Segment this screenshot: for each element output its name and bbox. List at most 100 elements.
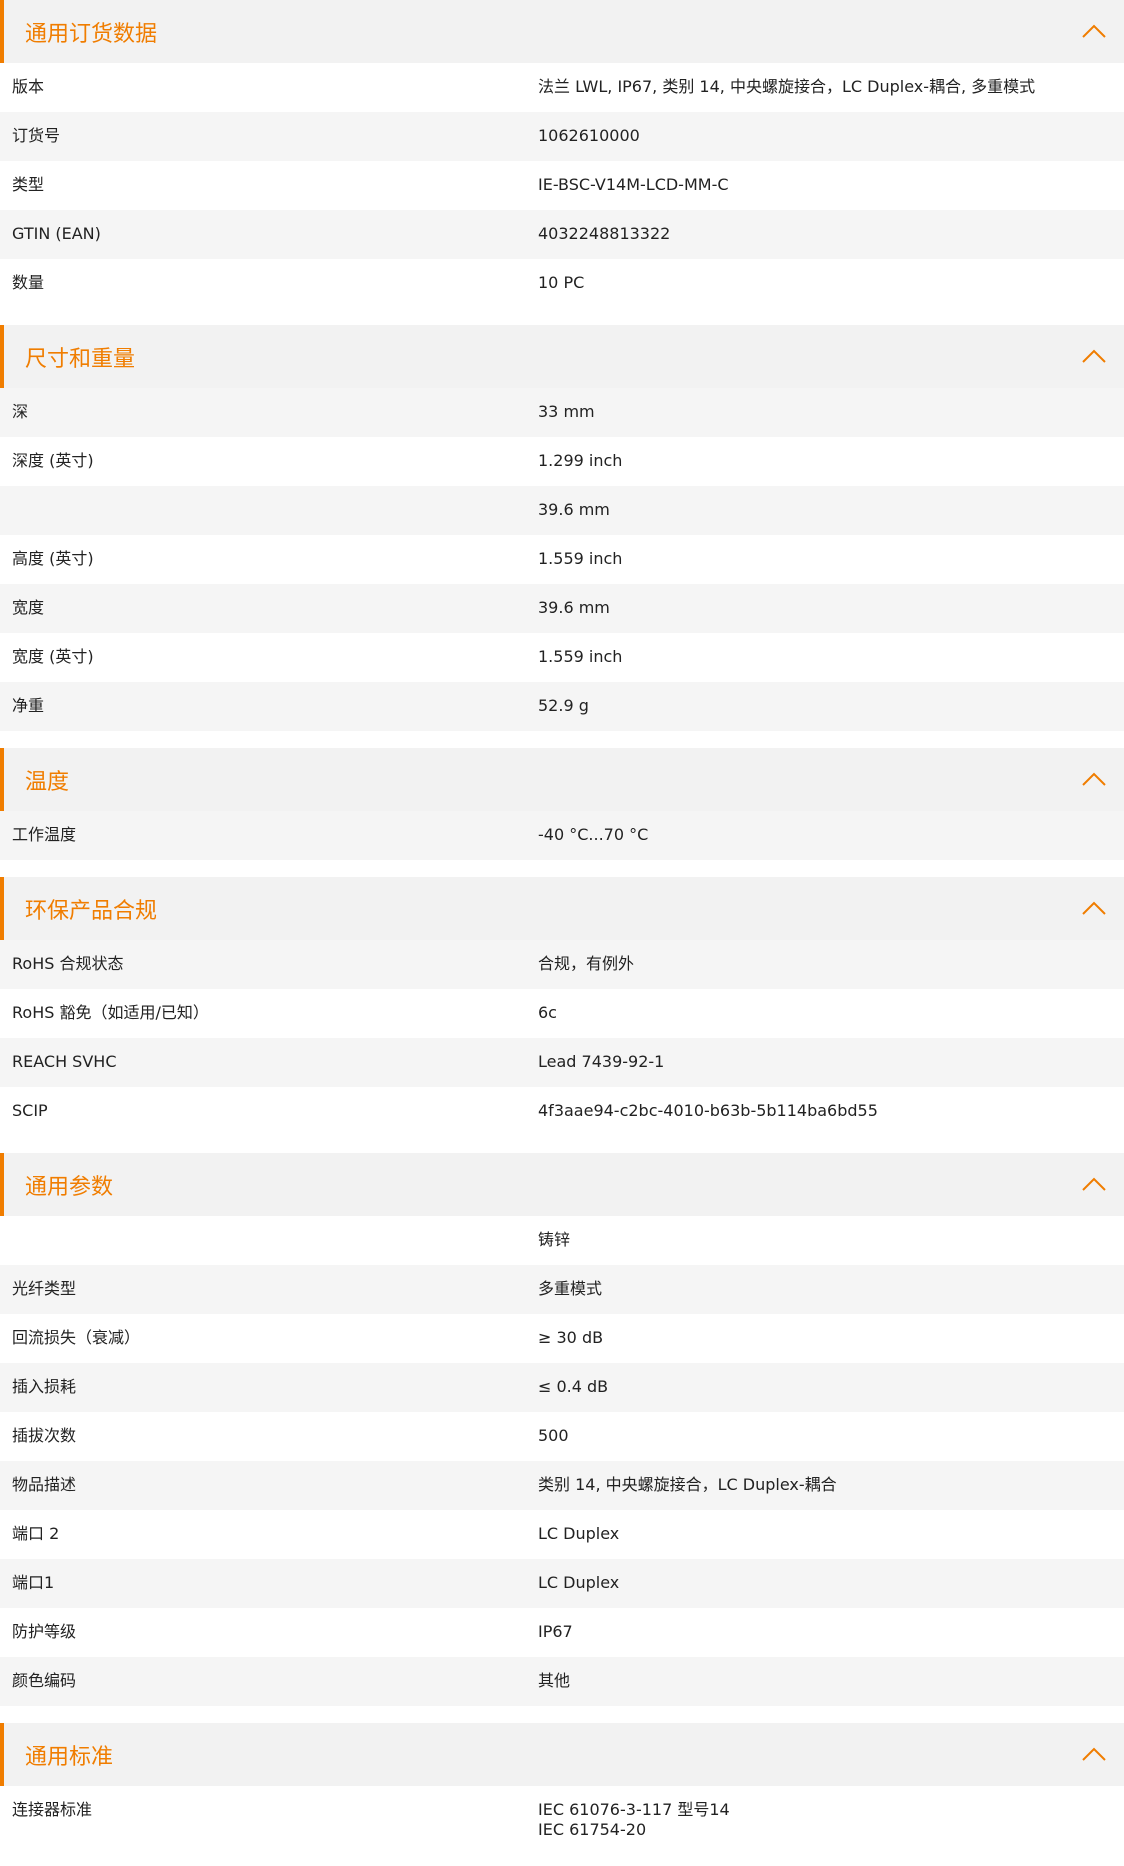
chevron-up-icon[interactable] <box>1080 896 1108 920</box>
row-value: 1.559 inch <box>538 647 623 666</box>
row-label: 类型 <box>12 175 45 194</box>
row-value: LC Duplex <box>538 1573 620 1592</box>
row-value: 铸锌 <box>538 1230 571 1249</box>
row-value: 1062610000 <box>538 126 640 145</box>
chevron-up-icon[interactable] <box>1080 1742 1108 1766</box>
row-value: 法兰 LWL, IP67, 类别 14, 中央螺旋接合，LC Duplex-耦合… <box>538 77 1036 96</box>
table-row: 插入损耗 ≤ 0.4 dB <box>0 1363 1124 1412</box>
section-dimensions-weight: 尺寸和重量 深 33 mm 深度 (英寸) 1.299 inch 39.6 mm 高… <box>0 325 1124 731</box>
table-row: 类型 IE-BSC-V14M-LCD-MM-C <box>0 161 1124 210</box>
table-row: 物品描述 类别 14, 中央螺旋接合，LC Duplex-耦合 <box>0 1461 1124 1510</box>
row-label: 工作温度 <box>12 825 77 844</box>
row-value: 500 <box>538 1426 569 1445</box>
table-row: 插拔次数 500 <box>0 1412 1124 1461</box>
section-title: 温度 <box>25 769 70 795</box>
chevron-up-icon[interactable] <box>1080 344 1108 368</box>
row-value: IE-BSC-V14M-LCD-MM-C <box>538 175 729 194</box>
table-row: 高度 (英寸) 1.559 inch <box>0 535 1124 584</box>
row-value: -40 °C...70 °C <box>538 825 649 844</box>
row-label: 宽度 (英寸) <box>12 647 94 666</box>
table-row: SCIP 4f3aae94-c2bc-4010-b63b-5b114ba6bd55 <box>0 1087 1124 1136</box>
row-label: 宽度 <box>12 598 45 617</box>
row-label: 插入损耗 <box>12 1377 77 1396</box>
row-value: 52.9 g <box>538 696 589 715</box>
table-row: 连接器标准 IEC 61076-3-117 型号14 IEC 61754-20 <box>0 1786 1124 1852</box>
chevron-up-icon[interactable] <box>1080 19 1108 43</box>
row-label: SCIP <box>12 1101 48 1120</box>
table-row: 颜色编码 其他 <box>0 1657 1124 1706</box>
row-label: 净重 <box>12 696 45 715</box>
table-row: 深度 (英寸) 1.299 inch <box>0 437 1124 486</box>
row-label: RoHS 合规状态 <box>12 954 124 973</box>
section-header[interactable]: 温度 <box>0 748 1124 811</box>
table-row: RoHS 豁免（如适用/已知） 6c <box>0 989 1124 1038</box>
row-label: 订货号 <box>12 126 61 145</box>
table-row: REACH SVHC Lead 7439-92-1 <box>0 1038 1124 1087</box>
table-row: 净重 52.9 g <box>0 682 1124 731</box>
section-environmental-compliance: 环保产品合规 RoHS 合规状态 合规，有例外 RoHS 豁免（如适用/已知） 6c… <box>0 877 1124 1136</box>
row-value: 4032248813322 <box>538 224 671 243</box>
section-header[interactable]: 环保产品合规 <box>0 877 1124 940</box>
section-temperature: 温度 工作温度 -40 °C...70 °C <box>0 748 1124 860</box>
row-label: 回流损失（衰减） <box>12 1328 141 1347</box>
row-label: 物品描述 <box>12 1475 77 1494</box>
row-value: 6c <box>538 1003 557 1022</box>
row-value: 1.559 inch <box>538 549 623 568</box>
row-label: 高度 (英寸) <box>12 549 94 568</box>
table-row: 工作温度 -40 °C...70 °C <box>0 811 1124 860</box>
table-row: 宽度 (英寸) 1.559 inch <box>0 633 1124 682</box>
row-value: 合规，有例外 <box>538 954 635 973</box>
table-row: 光纤类型 多重模式 <box>0 1265 1124 1314</box>
table-row: 数量 10 PC <box>0 259 1124 308</box>
table-row: 防护等级 IP67 <box>0 1608 1124 1657</box>
row-label: 防护等级 <box>12 1622 77 1641</box>
section-title: 通用订货数据 <box>25 21 158 47</box>
row-label: 端口 2 <box>12 1524 60 1543</box>
table-row: 宽度 39.6 mm <box>0 584 1124 633</box>
row-label: 端口1 <box>12 1573 55 1592</box>
row-label: 版本 <box>12 77 45 96</box>
chevron-up-icon[interactable] <box>1080 767 1108 791</box>
section-title: 环保产品合规 <box>25 898 158 924</box>
row-value: 1.299 inch <box>538 451 623 470</box>
section-general-ordering: 通用订货数据 版本 法兰 LWL, IP67, 类别 14, 中央螺旋接合，LC … <box>0 0 1124 308</box>
row-label: 深 <box>12 402 29 421</box>
row-value: Lead 7439-92-1 <box>538 1052 665 1071</box>
table-row: 订货号 1062610000 <box>0 112 1124 161</box>
row-value: IP67 <box>538 1622 573 1641</box>
row-value: 4f3aae94-c2bc-4010-b63b-5b114ba6bd55 <box>538 1101 878 1120</box>
row-label: 数量 <box>12 273 45 292</box>
section-header[interactable]: 通用参数 <box>0 1153 1124 1216</box>
row-label: GTIN (EAN) <box>12 224 101 243</box>
row-value: 33 mm <box>538 402 595 421</box>
row-value: ≤ 0.4 dB <box>538 1377 609 1396</box>
section-title: 尺寸和重量 <box>25 346 136 372</box>
row-label: RoHS 豁免（如适用/已知） <box>12 1003 209 1022</box>
table-row: 39.6 mm <box>0 486 1124 535</box>
row-value: 多重模式 <box>538 1279 603 1298</box>
section-title: 通用参数 <box>25 1174 114 1200</box>
spec-page: 通用订货数据 版本 法兰 LWL, IP67, 类别 14, 中央螺旋接合，LC … <box>0 0 1124 1852</box>
section-title: 通用标准 <box>25 1744 114 1770</box>
table-row: 端口1 LC Duplex <box>0 1559 1124 1608</box>
section-general-parameters: 通用参数 铸锌 光纤类型 多重模式 回流损失（衰减） ≥ 30 dB 插入损耗 ≤ 0… <box>0 1153 1124 1706</box>
section-header[interactable]: 通用标准 <box>0 1723 1124 1786</box>
section-header[interactable]: 尺寸和重量 <box>0 325 1124 388</box>
row-label: 连接器标准 <box>12 1800 93 1819</box>
table-row: 深 33 mm <box>0 388 1124 437</box>
table-row: 回流损失（衰减） ≥ 30 dB <box>0 1314 1124 1363</box>
row-value: IEC 61076-3-117 型号14 IEC 61754-20 <box>538 1800 730 1839</box>
row-label: 深度 (英寸) <box>12 451 94 470</box>
table-row: 端口 2 LC Duplex <box>0 1510 1124 1559</box>
row-label: 颜色编码 <box>12 1671 77 1690</box>
row-label: REACH SVHC <box>12 1052 117 1071</box>
row-label: 插拔次数 <box>12 1426 77 1445</box>
chevron-up-icon[interactable] <box>1080 1172 1108 1196</box>
row-value: 39.6 mm <box>538 500 610 519</box>
section-header[interactable]: 通用订货数据 <box>0 0 1124 63</box>
row-value: 其他 <box>538 1671 571 1690</box>
row-value: 类别 14, 中央螺旋接合，LC Duplex-耦合 <box>538 1475 837 1494</box>
table-row: RoHS 合规状态 合规，有例外 <box>0 940 1124 989</box>
row-value: 10 PC <box>538 273 585 292</box>
table-row: 铸锌 <box>0 1216 1124 1265</box>
